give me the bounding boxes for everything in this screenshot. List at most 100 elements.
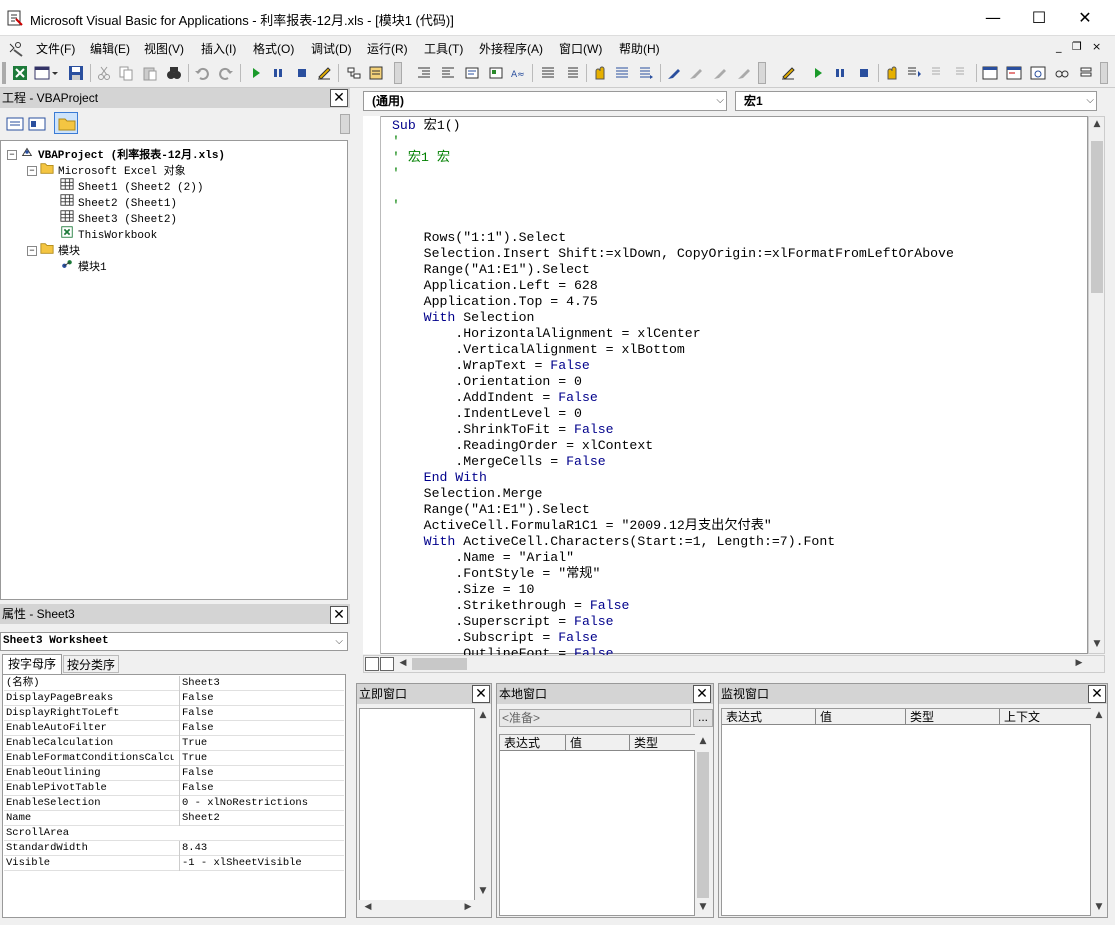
code-vertical-scrollbar[interactable]: ▲ ▼ — [1088, 116, 1105, 654]
code-line[interactable]: ' — [392, 166, 954, 182]
locals-vscroll-thumb[interactable] — [697, 752, 709, 898]
scroll-up-arrow-icon[interactable]: ▲ — [1092, 710, 1106, 720]
code-line[interactable]: .HorizontalAlignment = xlCenter — [392, 326, 954, 342]
toolbar-overflow-button[interactable] — [394, 62, 402, 84]
scroll-down-arrow-icon[interactable]: ▼ — [476, 886, 490, 896]
redo-icon[interactable] — [218, 65, 234, 81]
code-line[interactable]: .Orientation = 0 — [392, 374, 954, 390]
code-line[interactable]: .Size = 10 — [392, 582, 954, 598]
step-into-icon-2[interactable] — [906, 65, 922, 81]
code-line[interactable]: Sub 宏1() — [392, 118, 954, 134]
project-explorer-icon[interactable] — [346, 65, 362, 81]
code-line[interactable]: .IndentLevel = 0 — [392, 406, 954, 422]
list-constants-icon[interactable] — [488, 65, 504, 81]
menu-insert[interactable]: 插入(I) — [201, 40, 236, 57]
tree-expander-icon[interactable]: − — [27, 246, 37, 256]
property-row[interactable]: DisplayRightToLeft False — [4, 706, 344, 721]
property-row[interactable]: EnableCalculation True — [4, 736, 344, 751]
tree-item[interactable]: Sheet2 (Sheet1) — [47, 193, 177, 210]
property-row[interactable]: EnableOutlining False — [4, 766, 344, 781]
watch-vscroll[interactable]: ▲ ▼ — [1091, 708, 1107, 916]
locals-col-type[interactable]: 类型 — [630, 735, 696, 751]
design-mode-icon-2[interactable] — [780, 65, 796, 81]
property-row[interactable]: Visible -1 - xlSheetVisible — [4, 856, 344, 871]
property-row[interactable]: EnableSelection 0 - xlNoRestrictions — [4, 796, 344, 811]
code-line[interactable]: With Selection — [392, 310, 954, 326]
mdi-restore-button[interactable]: ❐ — [1072, 40, 1082, 53]
full-module-view-icon[interactable] — [380, 657, 394, 671]
code-line[interactable]: .MergeCells = False — [392, 454, 954, 470]
code-line[interactable]: ' 宏1 宏 — [392, 150, 954, 166]
code-horizontal-scrollbar[interactable]: ◀ ▶ — [363, 655, 1105, 673]
list-properties-icon[interactable] — [464, 65, 480, 81]
step-out-icon[interactable] — [954, 65, 970, 81]
locals-col-value[interactable]: 值 — [566, 735, 630, 751]
menu-format[interactable]: 格式(O) — [253, 40, 294, 57]
watch-list[interactable]: 表达式 值 类型 上下文 — [721, 708, 1092, 916]
tree-expander-icon[interactable]: − — [27, 166, 37, 176]
maximize-button[interactable]: ☐ — [1016, 0, 1062, 36]
watch-col-type[interactable]: 类型 — [906, 709, 1000, 725]
immediate-hscroll[interactable]: ◀ ▶ — [359, 900, 491, 916]
property-value[interactable]: False — [179, 691, 344, 706]
properties-close-button[interactable]: ✕ — [330, 606, 348, 624]
code-vscroll-thumb[interactable] — [1091, 141, 1103, 293]
break-icon[interactable] — [270, 65, 286, 81]
outdent-icon[interactable] — [440, 65, 456, 81]
procedure-view-icon[interactable] — [365, 657, 379, 671]
toolbar-overflow-button-3[interactable] — [1100, 62, 1108, 84]
locals-col-expression[interactable]: 表达式 — [500, 735, 566, 751]
tree-item[interactable]: ThisWorkbook — [47, 225, 157, 242]
property-row[interactable]: EnablePivotTable False — [4, 781, 344, 796]
code-line[interactable]: .WrapText = False — [392, 358, 954, 374]
code-line[interactable]: ActiveCell.FormulaR1C1 = "2009.12月支出欠付表" — [392, 518, 954, 534]
property-value[interactable]: False — [179, 766, 344, 781]
view-code-icon[interactable] — [6, 116, 24, 132]
code-line[interactable]: .ShrinkToFit = False — [392, 422, 954, 438]
code-line[interactable] — [392, 182, 954, 198]
property-row[interactable]: EnableFormatConditionsCalcul: True — [4, 751, 344, 766]
property-value[interactable]: Sheet2 — [179, 811, 344, 826]
code-line[interactable]: Rows("1:1").Select — [392, 230, 954, 246]
tab-alphabetic[interactable]: 按字母序 — [2, 654, 62, 674]
code-line[interactable]: .VerticalAlignment = xlBottom — [392, 342, 954, 358]
step-over-icon-2[interactable] — [930, 65, 946, 81]
menu-window[interactable]: 窗口(W) — [559, 40, 602, 57]
save-icon[interactable] — [68, 65, 84, 81]
comment-block-icon[interactable] — [540, 65, 556, 81]
code-line[interactable] — [392, 214, 954, 230]
tree-expander-icon[interactable]: − — [7, 150, 17, 160]
code-line[interactable]: Selection.Insert Shift:=xlDown, CopyOrig… — [392, 246, 954, 262]
code-line[interactable]: ' — [392, 198, 954, 214]
menu-addins[interactable]: 外接程序(A) — [479, 40, 543, 57]
procedure-select[interactable]: 宏1 ⌵ — [735, 91, 1097, 111]
watch-window-icon[interactable] — [1030, 65, 1046, 81]
tree-item[interactable]: Sheet3 (Sheet2) — [47, 209, 177, 226]
reset-icon[interactable] — [294, 65, 310, 81]
locals-window-icon[interactable] — [982, 65, 998, 81]
menu-tools[interactable]: 工具(T) — [424, 40, 463, 57]
object-select[interactable]: (通用) ⌵ — [363, 91, 727, 111]
view-object-icon[interactable] — [28, 116, 46, 132]
code-line[interactable]: End With — [392, 470, 954, 486]
code-line[interactable]: Range("A1:E1").Select — [392, 262, 954, 278]
code-text[interactable]: Sub 宏1() ' ' 宏1 宏 ' ' Rows("1:1").Select Sel… — [392, 118, 954, 662]
close-button[interactable]: ✕ — [1062, 0, 1108, 36]
toggle-folders-button[interactable] — [54, 112, 78, 134]
scroll-right-arrow-icon[interactable]: ▶ — [1072, 658, 1086, 668]
quick-watch-icon[interactable] — [688, 65, 704, 81]
code-line[interactable]: .AddIndent = False — [392, 390, 954, 406]
properties-window-icon[interactable] — [368, 65, 384, 81]
code-line[interactable]: Selection.Merge — [392, 486, 954, 502]
project-toolbar-overflow[interactable] — [340, 114, 350, 134]
menu-edit[interactable]: 编辑(E) — [90, 40, 130, 57]
design-mode-icon[interactable] — [316, 65, 332, 81]
mdi-minimize-button[interactable]: _ — [1056, 40, 1062, 53]
menu-debug[interactable]: 调试(D) — [311, 40, 352, 57]
property-value[interactable]: False — [179, 706, 344, 721]
scroll-left-arrow-icon[interactable]: ◀ — [396, 658, 410, 668]
scroll-left-arrow-icon[interactable]: ◀ — [361, 902, 375, 912]
property-value[interactable]: False — [179, 721, 344, 736]
code-line[interactable]: .Subscript = False — [392, 630, 954, 646]
edit-watch-icon[interactable] — [666, 65, 682, 81]
